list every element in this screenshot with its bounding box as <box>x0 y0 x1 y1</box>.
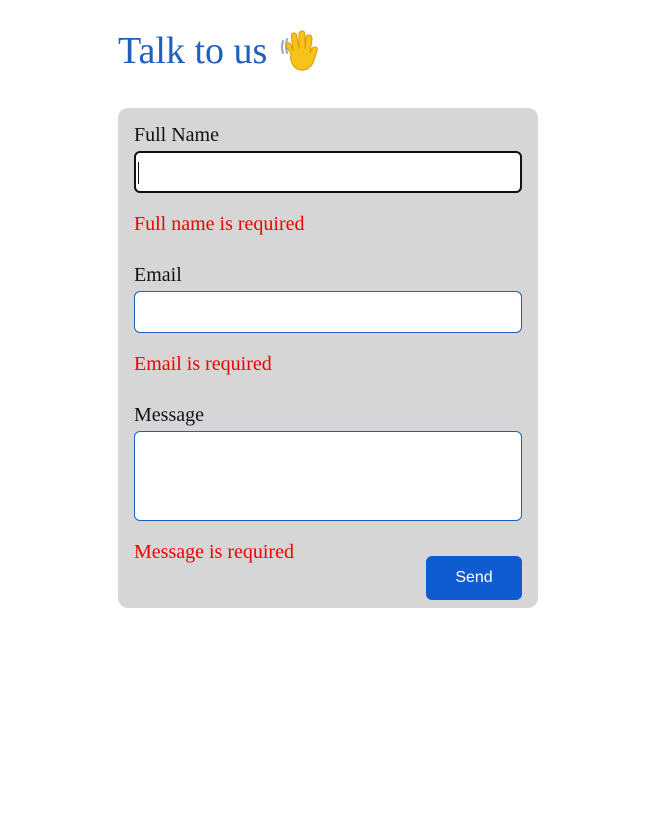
message-textarea[interactable] <box>134 431 522 521</box>
email-input[interactable] <box>134 291 522 333</box>
full-name-error: Full name is required <box>134 213 305 235</box>
email-error: Email is required <box>134 353 272 375</box>
send-button[interactable]: Send <box>426 556 522 600</box>
full-name-input[interactable] <box>134 151 522 193</box>
contact-form-card: Full Name Full name is required Email Em… <box>118 108 538 608</box>
page-header: Talk to us <box>118 26 321 76</box>
waving-hand-icon <box>277 29 321 73</box>
page-title: Talk to us <box>118 30 268 72</box>
message-label: Message <box>134 404 204 426</box>
message-error: Message is required <box>134 541 294 563</box>
full-name-label: Full Name <box>134 124 219 146</box>
email-label: Email <box>134 264 182 286</box>
text-caret <box>138 162 139 184</box>
